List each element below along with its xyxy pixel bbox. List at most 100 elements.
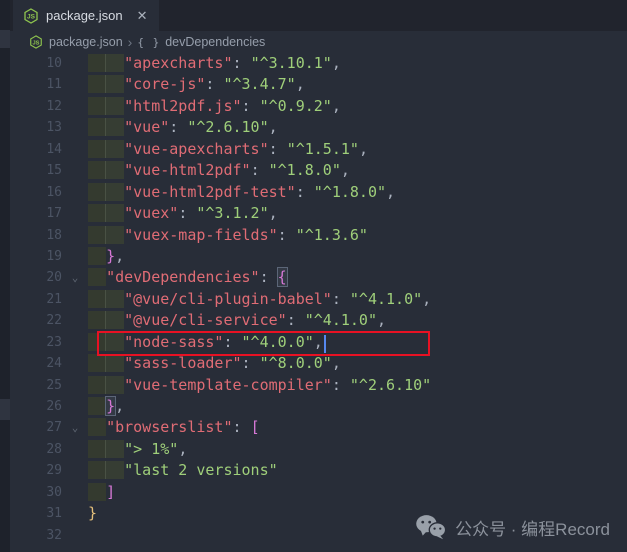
code-line[interactable]: 23 "node-sass": "^4.0.0",: [10, 332, 627, 353]
indent-guide: [105, 440, 124, 458]
chevron-right-icon: ›: [128, 35, 133, 49]
code-line[interactable]: 29 "last 2 versions": [10, 460, 627, 481]
line-number: 15: [10, 160, 62, 181]
gutter: 29: [10, 460, 88, 481]
indent-guide: [88, 418, 106, 436]
fold-spacer: [62, 353, 88, 374]
code-line[interactable]: 20⌄ "devDependencies": {: [10, 267, 627, 288]
code-text[interactable]: "vue-apexcharts": "^1.5.1",: [88, 139, 627, 160]
indent-guide: [105, 75, 124, 93]
token: ,: [115, 247, 124, 265]
breadcrumb: JS package.json › { } devDependencies: [10, 31, 627, 53]
fold-spacer: [62, 375, 88, 396]
gutter: 11: [10, 74, 88, 95]
indent-guide: [88, 268, 106, 286]
text-cursor: [324, 335, 326, 353]
editor[interactable]: 10 "apexcharts": "^3.10.1",11 "core-js":…: [10, 53, 627, 552]
code-line[interactable]: 11 "core-js": "^3.4.7",: [10, 74, 627, 95]
code-text[interactable]: "html2pdf.js": "^0.9.2",: [88, 96, 627, 117]
token: "@vue/cli-service": [124, 311, 287, 329]
code-text[interactable]: "node-sass": "^4.0.0",: [88, 332, 627, 353]
code-text[interactable]: },: [88, 246, 627, 267]
line-number: 25: [10, 375, 62, 396]
token: ,: [269, 204, 278, 222]
code-text[interactable]: "@vue/cli-service": "^4.1.0",: [88, 310, 627, 331]
line-number: 21: [10, 289, 62, 310]
code-line[interactable]: 13 "vue": "^2.6.10",: [10, 117, 627, 138]
token: "html2pdf.js": [124, 97, 241, 115]
code-line[interactable]: 19 },: [10, 246, 627, 267]
code-text[interactable]: "vuex-map-fields": "^1.3.6": [88, 225, 627, 246]
token: :: [260, 268, 278, 286]
code-text[interactable]: "browserslist": [: [88, 417, 627, 438]
gutter: 26: [10, 396, 88, 417]
code-text[interactable]: ]: [88, 482, 627, 503]
tab-package-json[interactable]: JS package.json ✕: [13, 0, 159, 31]
code-text[interactable]: "vue-html2pdf": "^1.8.0",: [88, 160, 627, 181]
fold-spacer: [62, 74, 88, 95]
code-line[interactable]: 25 "vue-template-compiler": "^2.6.10": [10, 375, 627, 396]
code-line[interactable]: 18 "vuex-map-fields": "^1.3.6": [10, 225, 627, 246]
code-text[interactable]: "vue-template-compiler": "^2.6.10": [88, 375, 627, 396]
indent-guide: [88, 54, 106, 72]
code-line[interactable]: 21 "@vue/cli-plugin-babel": "^4.1.0",: [10, 289, 627, 310]
svg-text:JS: JS: [27, 13, 36, 20]
fold-spacer: [62, 482, 88, 503]
indent-guide: [105, 140, 124, 158]
code-line[interactable]: 28 "> 1%",: [10, 439, 627, 460]
fold-chevron-icon[interactable]: ⌄: [62, 417, 88, 438]
code-line[interactable]: 14 "vue-apexcharts": "^1.5.1",: [10, 139, 627, 160]
indent-guide: [105, 311, 124, 329]
code-line[interactable]: 12 "html2pdf.js": "^0.9.2",: [10, 96, 627, 117]
indent-guide: [88, 311, 106, 329]
token: "node-sass": [124, 333, 223, 351]
indent-guide: [88, 461, 106, 479]
fold-chevron-icon[interactable]: ⌄: [62, 267, 88, 288]
code-line[interactable]: 17 "vuex": "^3.1.2",: [10, 203, 627, 224]
code-text[interactable]: "vue": "^2.6.10",: [88, 117, 627, 138]
code-text[interactable]: "vue-html2pdf-test": "^1.8.0",: [88, 182, 627, 203]
code-text[interactable]: "apexcharts": "^3.10.1",: [88, 53, 627, 74]
code-text[interactable]: "vuex": "^3.1.2",: [88, 203, 627, 224]
code-line[interactable]: 27⌄ "browserslist": [: [10, 417, 627, 438]
tab-bar: JS package.json ✕: [10, 0, 627, 31]
indent-guide: [88, 354, 106, 372]
line-number: 19: [10, 246, 62, 267]
code-line[interactable]: 10 "apexcharts": "^3.10.1",: [10, 53, 627, 74]
fold-spacer: [62, 460, 88, 481]
code-text[interactable]: "sass-loader": "^8.0.0",: [88, 353, 627, 374]
gutter: 22: [10, 310, 88, 331]
code-line[interactable]: 30 ]: [10, 482, 627, 503]
indent-guide: [88, 440, 106, 458]
json-file-icon: JS: [23, 8, 39, 24]
code-line[interactable]: 26 },: [10, 396, 627, 417]
token: :: [233, 418, 251, 436]
breadcrumb-symbol[interactable]: devDependencies: [165, 35, 265, 49]
code-line[interactable]: 24 "sass-loader": "^8.0.0",: [10, 353, 627, 374]
indent-guide: [105, 376, 124, 394]
indent-guide: [88, 247, 106, 265]
token: "devDependencies": [106, 268, 260, 286]
token: "^4.1.0": [350, 290, 422, 308]
fold-spacer: [62, 160, 88, 181]
close-icon[interactable]: ✕: [137, 9, 148, 22]
token: :: [223, 333, 241, 351]
code-line[interactable]: 15 "vue-html2pdf": "^1.8.0",: [10, 160, 627, 181]
code-text[interactable]: "last 2 versions": [88, 460, 627, 481]
code-text[interactable]: "core-js": "^3.4.7",: [88, 74, 627, 95]
fold-spacer: [62, 139, 88, 160]
code-line[interactable]: 22 "@vue/cli-service": "^4.1.0",: [10, 310, 627, 331]
code-line[interactable]: 16 "vue-html2pdf-test": "^1.8.0",: [10, 182, 627, 203]
sidebar-edge-segment: [0, 399, 10, 420]
code-text[interactable]: },: [88, 396, 627, 417]
indent-guide: [105, 204, 124, 222]
code-text[interactable]: "devDependencies": {: [88, 267, 627, 288]
code-text[interactable]: "> 1%",: [88, 439, 627, 460]
token: ]: [106, 483, 115, 501]
breadcrumb-file[interactable]: package.json: [49, 35, 123, 49]
token: :: [169, 118, 187, 136]
code-text[interactable]: "@vue/cli-plugin-babel": "^4.1.0",: [88, 289, 627, 310]
line-number: 24: [10, 353, 62, 374]
token: :: [242, 97, 260, 115]
token: "^2.6.10": [187, 118, 268, 136]
